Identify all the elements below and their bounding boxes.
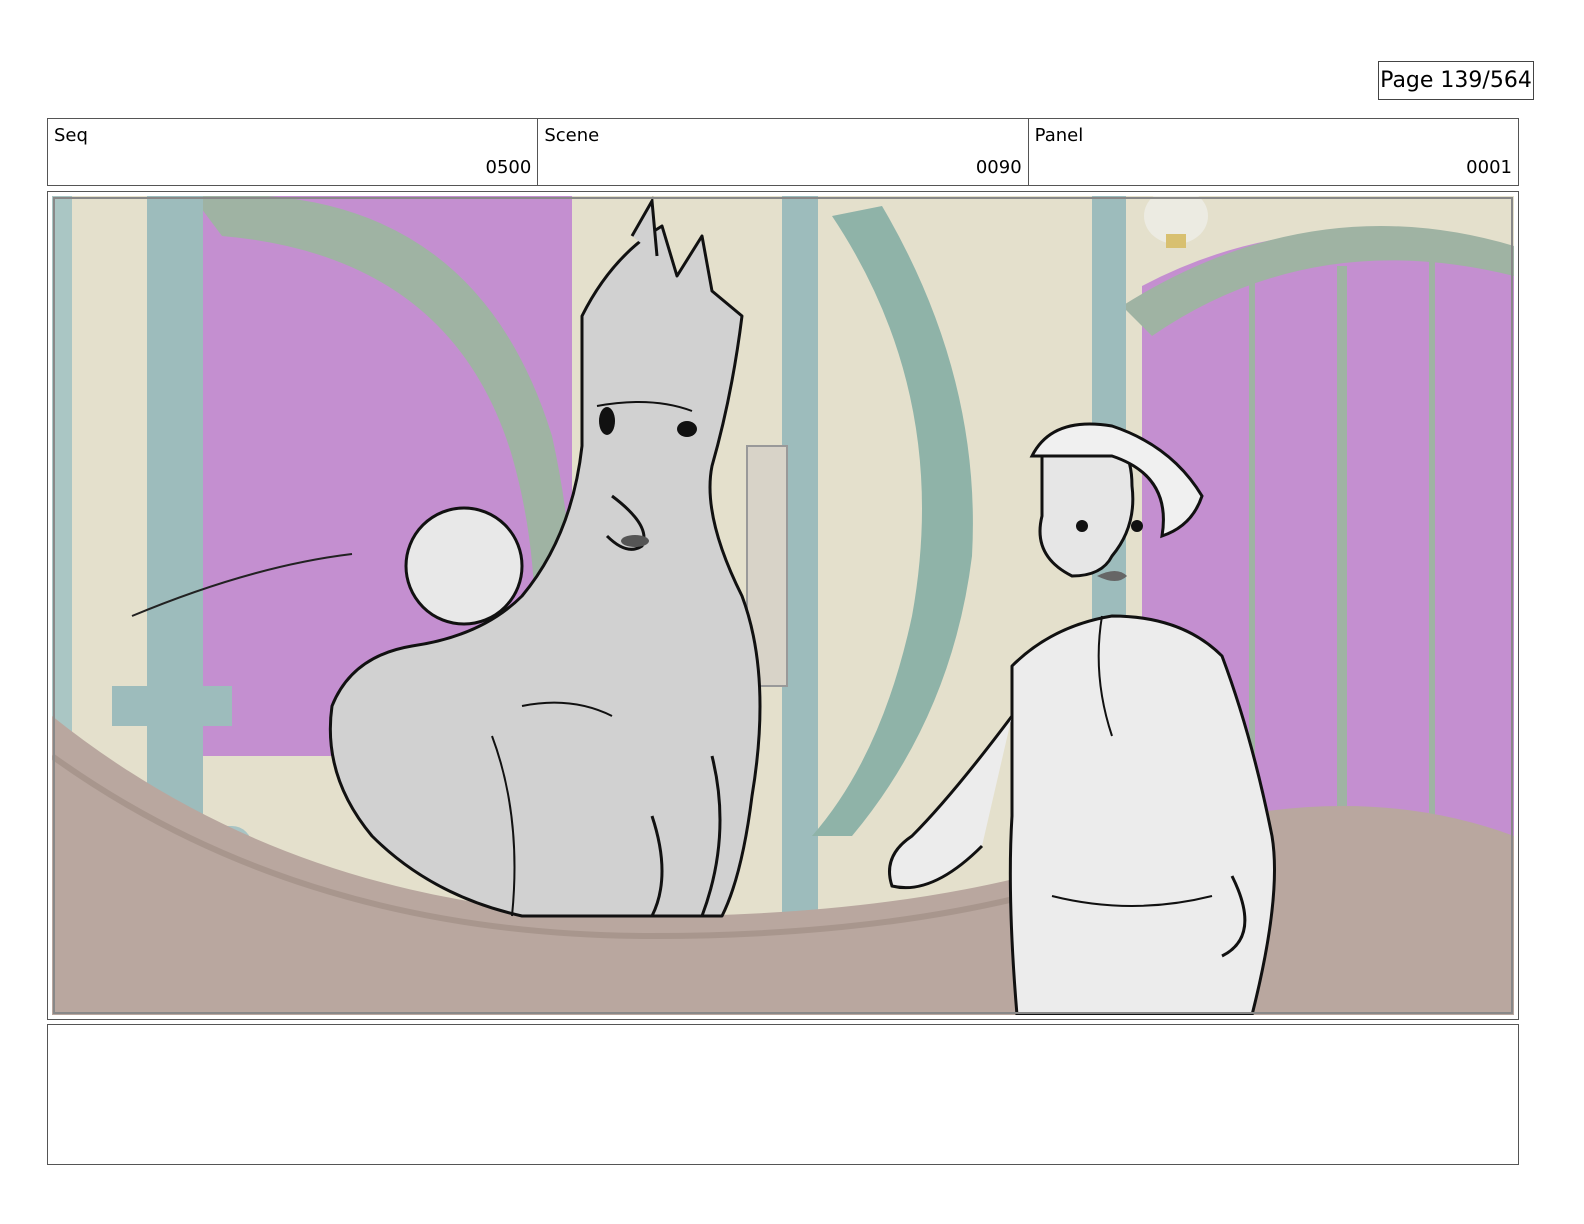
storyboard-drawing <box>52 196 1514 1015</box>
scene-value: 0090 <box>975 157 1022 178</box>
panel-header: Seq 0500 Scene 0090 Panel 0001 <box>47 118 1519 186</box>
seq-cell: Seq 0500 <box>48 119 539 185</box>
panel-label: Panel <box>1034 125 1084 146</box>
seq-label: Seq <box>54 125 88 146</box>
page-number: Page 139/564 <box>1378 61 1534 100</box>
panel-value: 0001 <box>1466 157 1512 178</box>
scene-label: Scene <box>544 125 600 146</box>
storyboard-frame <box>47 191 1519 1020</box>
seq-value: 0500 <box>485 157 532 178</box>
panel-notes <box>47 1024 1519 1165</box>
background-art <box>52 196 1514 1015</box>
panel-cell: Panel 0001 <box>1029 119 1518 185</box>
scene-cell: Scene 0090 <box>538 119 1029 185</box>
